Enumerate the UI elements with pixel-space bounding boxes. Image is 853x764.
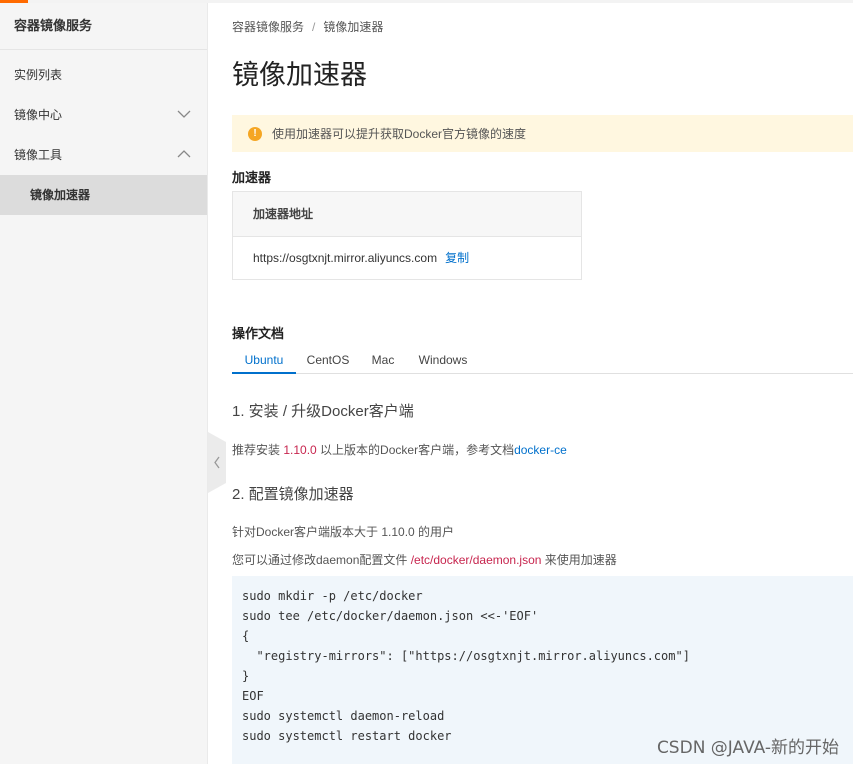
code-line: "registry-mirrors": ["https://osgtxnjt.m… [242,649,690,663]
breadcrumb-separator: / [312,20,316,34]
step1-text-pre: 推荐安装 [232,443,284,457]
tab-windows[interactable]: Windows [414,348,472,374]
accelerator-section-title: 加速器 [232,170,272,185]
notice-banner: ! 使用加速器可以提升获取Docker官方镜像的速度 [232,115,853,152]
chevron-up-icon[interactable] [177,135,191,175]
step2-line2-post: 来使用加速器 [541,553,617,567]
step1-text: 推荐安装 1.10.0 以上版本的Docker客户端，参考文档docker-ce [232,441,567,458]
step2-line2: 您可以通过修改daemon配置文件 /etc/docker/daemon.jso… [232,551,617,568]
tab-ubuntu[interactable]: Ubuntu [232,348,296,374]
docs-section-title: 操作文档 [232,326,285,341]
warning-icon: ! [248,126,262,141]
accelerator-address: https://osgtxnjt.mirror.aliyuncs.com [253,251,438,265]
step1-text-mid: 以上版本的Docker客户端，参考文档 [316,443,515,457]
sidebar-item-instances[interactable]: 实例列表 [0,55,207,95]
sidebar-subitem-accelerator[interactable]: 镜像加速器 [0,175,207,215]
sidebar-item-image-tools[interactable]: 镜像工具 [0,135,207,175]
daemon-json-path: /etc/docker/daemon.json [410,553,542,567]
breadcrumb: 容器镜像服务 / 镜像加速器 [232,18,383,35]
code-line: EOF [242,689,264,703]
tab-mac[interactable]: Mac [366,348,400,374]
breadcrumb-current: 镜像加速器 [323,20,384,34]
step2-line2-pre: 您可以通过修改daemon配置文件 [232,553,411,567]
breadcrumb-root[interactable]: 容器镜像服务 [232,20,304,34]
sidebar-item-label: 镜像中心 [14,108,63,122]
accelerator-column-header: 加速器地址 [233,192,581,237]
step2-line1: 针对Docker客户端版本大于 1.10.0 的用户 [232,525,455,539]
page-title: 镜像加速器 [232,60,367,90]
code-line: sudo mkdir -p /etc/docker [242,589,423,603]
accelerator-row: https://osgtxnjt.mirror.aliyuncs.com 复制 [233,237,581,279]
docker-ce-link[interactable]: docker-ce [514,443,567,457]
code-line: } [242,669,250,683]
copy-button[interactable]: 复制 [445,251,469,265]
sidebar-collapse-handle[interactable] [208,432,226,493]
chevron-down-icon[interactable] [177,95,191,135]
sidebar-title: 容器镜像服务 [0,3,207,50]
sidebar-item-image-center[interactable]: 镜像中心 [0,95,207,135]
notice-text: 使用加速器可以提升获取Docker官方镜像的速度 [272,127,527,141]
step2-title: 2. 配置镜像加速器 [232,486,354,503]
watermark: CSDN @JAVA-新的开始 [656,738,839,758]
accelerator-table: 加速器地址 https://osgtxnjt.mirror.aliyuncs.c… [232,191,582,280]
docs-tabs: Ubuntu CentOS Mac Windows [232,348,853,374]
code-line: sudo tee /etc/docker/daemon.json <<-'EOF… [242,609,539,623]
code-line: sudo systemctl daemon-reload [242,709,445,723]
sidebar-item-label: 实例列表 [14,68,63,82]
sidebar: 容器镜像服务 实例列表 镜像中心 镜像工具 镜像加速器 [0,3,208,764]
step1-version: 1.10.0 [283,443,317,457]
tab-centos[interactable]: CentOS [302,348,354,374]
sidebar-item-label: 镜像工具 [14,148,63,162]
code-line: { [242,629,250,643]
step1-title: 1. 安装 / 升级Docker客户端 [232,403,414,420]
